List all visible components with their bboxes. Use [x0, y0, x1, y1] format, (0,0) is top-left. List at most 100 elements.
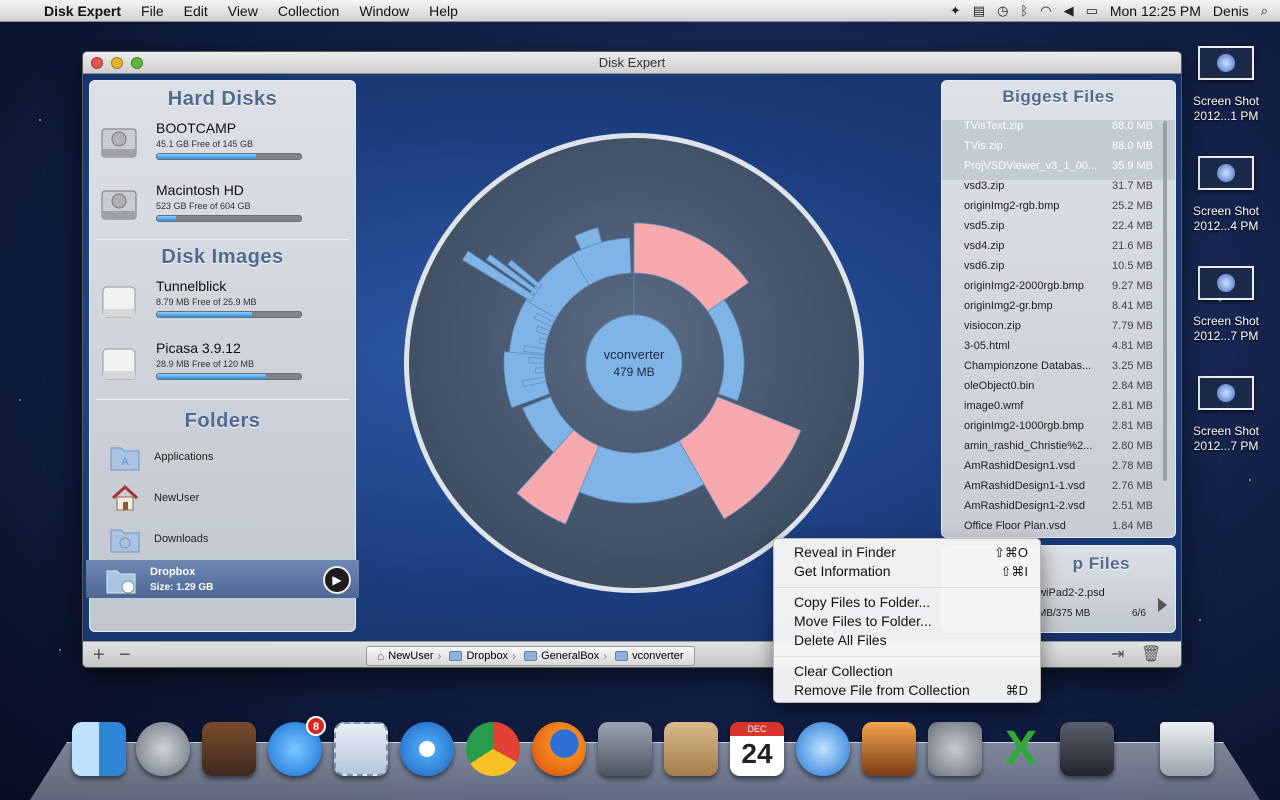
- menu-window[interactable]: Window: [349, 3, 419, 19]
- dock-system-preferences[interactable]: [926, 718, 984, 780]
- dock-safari[interactable]: [398, 718, 456, 780]
- dock-address-book[interactable]: [662, 718, 720, 780]
- dock-iphoto[interactable]: [860, 718, 918, 780]
- file-row[interactable]: amin_rashid_Christie%2... 2.80 MB: [942, 437, 1175, 457]
- dock-firefox[interactable]: [530, 718, 588, 780]
- breadcrumb-item-newuser[interactable]: ⌂ NewUser ›: [373, 649, 445, 663]
- folder-item-dropbox[interactable]: Dropbox Size: 1.29 GB ▶: [86, 560, 359, 598]
- minimize-window-button[interactable]: [111, 57, 123, 69]
- file-row[interactable]: image0.wmf 2.81 MB: [942, 397, 1175, 417]
- file-row[interactable]: originImg2-1000rgb.bmp 2.81 MB: [942, 417, 1175, 437]
- dock-app-store[interactable]: 8: [266, 716, 326, 780]
- desktop-screenshot-file[interactable]: Screen Shot 2012...4 PM: [1184, 156, 1268, 234]
- window-titlebar[interactable]: Disk Expert: [83, 52, 1181, 74]
- dock-finder[interactable]: [70, 718, 128, 780]
- wifi-icon[interactable]: ◠: [1040, 3, 1051, 19]
- volume-icon[interactable]: ◀: [1064, 3, 1074, 19]
- sunburst-segment[interactable]: [534, 367, 545, 374]
- file-row[interactable]: 3-05.html 4.81 MB: [942, 337, 1175, 357]
- menu-file[interactable]: File: [131, 3, 174, 19]
- sunburst-chart[interactable]: vconverter 479 MB: [401, 130, 867, 596]
- menu-view[interactable]: View: [218, 3, 268, 19]
- finder-icon: [72, 722, 126, 776]
- zoom-window-button[interactable]: [131, 57, 143, 69]
- dock-chrome[interactable]: [464, 718, 522, 780]
- menu-item-remove-file-from-collection[interactable]: Remove File from Collection ⌘D: [774, 681, 1040, 700]
- dock-trash[interactable]: [1158, 718, 1216, 780]
- dock-mail[interactable]: [332, 718, 390, 780]
- dock-calendar[interactable]: DEC 24: [728, 718, 786, 780]
- disk-item-bootcamp[interactable]: BOOTCAMP 45.1 GB Free of 145 GB: [90, 111, 355, 173]
- file-row[interactable]: originImg2-rgb.bmp 25.2 MB: [942, 197, 1175, 217]
- dock-launchpad[interactable]: [134, 718, 192, 780]
- file-row[interactable]: AmRashidDesign1-2.vsd 2.51 MB: [942, 497, 1175, 517]
- battery-icon[interactable]: ▭: [1086, 3, 1098, 19]
- disk-usage-bar: [156, 311, 302, 318]
- file-row[interactable]: ProjVSDViewer_v3_1_00... 35.9 MB: [942, 157, 1175, 177]
- menu-item-reveal-in-finder[interactable]: Reveal in Finder ⇧⌘O: [774, 543, 1040, 562]
- disk-item-macintosh-hd[interactable]: Macintosh HD 523 GB Free of 604 GB: [90, 173, 355, 235]
- menu-edit[interactable]: Edit: [174, 3, 218, 19]
- menu-clock[interactable]: Mon 12:25 PM: [1110, 3, 1201, 19]
- file-row[interactable]: AmRashidDesign1-1.vsd 2.76 MB: [942, 477, 1175, 497]
- menu-item-move-files[interactable]: Move Files to Folder...: [774, 612, 1040, 631]
- hard-disk-icon: [101, 190, 137, 220]
- time-machine-icon[interactable]: ◷: [997, 3, 1008, 19]
- next-duplicate-arrow-icon[interactable]: [1158, 598, 1167, 612]
- file-row[interactable]: vsd6.zip 10.5 MB: [942, 257, 1175, 277]
- desktop-screenshot-file[interactable]: Screen Shot 2012...1 PM: [1184, 46, 1268, 124]
- window-title: Disk Expert: [598, 55, 666, 70]
- move-to-collection-icon[interactable]: ⇥: [1111, 645, 1124, 665]
- breadcrumb-item-generalbox[interactable]: GeneralBox ›: [520, 649, 611, 663]
- menu-help[interactable]: Help: [419, 3, 468, 19]
- file-row[interactable]: originImg2-gr.bmp 8.41 MB: [942, 297, 1175, 317]
- folder-name: Downloads: [154, 533, 209, 545]
- spotlight-search-icon[interactable]: ⌕: [1261, 3, 1268, 19]
- monitor-icon[interactable]: ▤: [973, 3, 985, 19]
- folder-item-downloads[interactable]: Downloads: [90, 519, 355, 560]
- dropbox-icon[interactable]: ✦: [950, 3, 961, 19]
- play-scan-button[interactable]: ▶: [323, 566, 351, 594]
- menu-app-name[interactable]: Disk Expert: [36, 3, 131, 19]
- file-row[interactable]: Championzone Databas... 3.25 MB: [942, 357, 1175, 377]
- breadcrumb-item-vconverter[interactable]: vconverter: [611, 650, 687, 662]
- file-row[interactable]: vsd5.zip 22.4 MB: [942, 217, 1175, 237]
- home-icon: ⌂: [377, 649, 385, 663]
- disk-image-tunnelblick[interactable]: Tunnelblick 8.79 MB Free of 25.9 MB: [90, 269, 355, 331]
- remove-folder-button[interactable]: −: [119, 645, 131, 665]
- file-row[interactable]: TVisText.zip 88.0 MB: [942, 117, 1175, 137]
- dock-itunes[interactable]: [794, 718, 852, 780]
- desktop-screenshot-file[interactable]: Screen Shot 2012...7 PM: [1184, 376, 1268, 454]
- sunburst-segment[interactable]: [528, 357, 545, 364]
- bluetooth-icon[interactable]: ᛒ: [1020, 3, 1028, 18]
- menu-item-label: Delete All Files: [794, 632, 887, 648]
- dock-excel[interactable]: X: [992, 718, 1050, 780]
- menu-collection[interactable]: Collection: [268, 3, 349, 19]
- menu-item-copy-files[interactable]: Copy Files to Folder...: [774, 593, 1040, 612]
- file-row[interactable]: TVis.zip 88.0 MB: [942, 137, 1175, 157]
- trash-icon[interactable]: 🗑: [1141, 645, 1161, 665]
- file-row[interactable]: vsd4.zip 21.6 MB: [942, 237, 1175, 257]
- menu-item-clear-collection[interactable]: Clear Collection: [774, 662, 1040, 681]
- desktop-screenshot-file[interactable]: Screen Shot 2012...7 PM: [1184, 266, 1268, 344]
- menu-item-get-information[interactable]: Get Information ⇧⌘I: [774, 562, 1040, 581]
- dock-photo-app[interactable]: [200, 718, 258, 780]
- file-row[interactable]: oleObject0.bin 2.84 MB: [942, 377, 1175, 397]
- file-row[interactable]: originImg2-2000rgb.bmp 9.27 MB: [942, 277, 1175, 297]
- file-row[interactable]: AmRashidDesign1.vsd 2.78 MB: [942, 457, 1175, 477]
- file-row[interactable]: vsd3.zip 31.7 MB: [942, 177, 1175, 197]
- file-row[interactable]: Office Floor Plan.vsd 1.84 MB: [942, 517, 1175, 537]
- folder-item-newuser[interactable]: NewUser: [90, 478, 355, 519]
- folder-item-applications[interactable]: A Applications: [90, 437, 355, 478]
- menu-user[interactable]: Denis: [1213, 3, 1249, 19]
- add-folder-button[interactable]: +: [93, 645, 105, 665]
- file-row[interactable]: visiocon.zip 7.79 MB: [942, 317, 1175, 337]
- disk-image-picasa[interactable]: Picasa 3.9.12 28.9 MB Free of 120 MB: [90, 331, 355, 393]
- dock-disk-expert[interactable]: [1058, 718, 1116, 780]
- dock-facetime[interactable]: [596, 718, 654, 780]
- sunburst-center[interactable]: [585, 314, 683, 412]
- menu-item-delete-all-files[interactable]: Delete All Files: [774, 631, 1040, 650]
- breadcrumb-item-dropbox[interactable]: Dropbox ›: [445, 649, 520, 663]
- close-window-button[interactable]: [91, 57, 103, 69]
- file-list-scrollbar[interactable]: [1163, 121, 1167, 481]
